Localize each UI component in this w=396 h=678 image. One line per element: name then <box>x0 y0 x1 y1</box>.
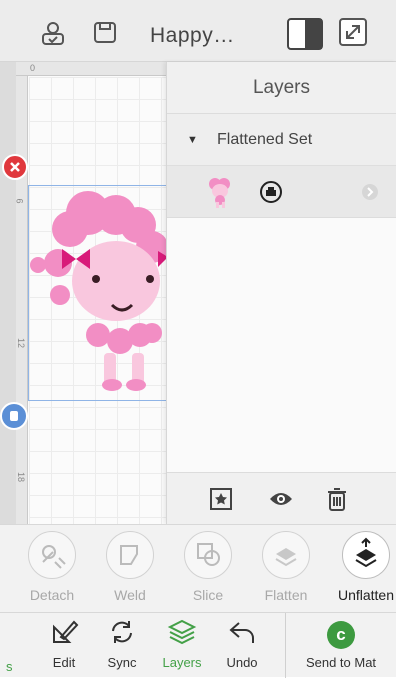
nav-edit-label: Edit <box>52 655 76 670</box>
detach-label: Detach <box>29 587 75 603</box>
flatten-icon <box>262 531 310 579</box>
ruler-mark: 6 <box>14 198 25 204</box>
chevron-right-icon[interactable] <box>361 183 379 201</box>
delete-icon[interactable] <box>323 485 351 513</box>
layer-set-row[interactable]: ▼ Flattened Set <box>167 114 396 166</box>
vertical-ruler: 6 12 18 <box>14 76 28 524</box>
selection-box[interactable] <box>28 185 166 401</box>
weld-button[interactable]: Weld <box>90 531 170 611</box>
design-canvas[interactable]: 0 6 12 18 <box>0 62 166 524</box>
layers-empty-area <box>167 218 396 472</box>
layers-icon <box>167 617 197 647</box>
nav-undo[interactable]: Undo <box>212 617 272 670</box>
weld-icon <box>106 531 154 579</box>
undo-icon <box>227 617 257 647</box>
layer-thumbnail <box>209 178 230 208</box>
flatten-button[interactable]: Flatten <box>246 531 326 611</box>
print-then-cut-icon <box>260 181 282 203</box>
slice-label: Slice <box>192 587 224 603</box>
collapse-icon[interactable]: ▼ <box>187 114 198 166</box>
send-to-mat-button[interactable]: c Send to Mat <box>285 613 396 678</box>
nav-layers-label: Layers <box>162 655 202 670</box>
nav-edit[interactable]: Edit <box>34 617 94 670</box>
layers-title: Layers <box>167 62 396 114</box>
slice-button[interactable]: Slice <box>168 531 248 611</box>
save-icon[interactable] <box>92 20 118 46</box>
project-title[interactable]: Happy… <box>150 24 235 48</box>
resize-handle[interactable] <box>0 402 28 430</box>
go-icon: c <box>327 621 355 649</box>
group-icon[interactable] <box>207 485 235 513</box>
nav-partial-label[interactable]: s <box>6 659 13 674</box>
unflatten-button[interactable]: Unflatten <box>326 531 396 611</box>
flatten-label: Flatten <box>264 587 308 603</box>
sync-icon <box>107 617 137 647</box>
ruler-mark: 0 <box>30 63 36 73</box>
account-icon[interactable] <box>40 20 66 46</box>
expand-icon[interactable] <box>338 17 368 47</box>
nav-sync[interactable]: Sync <box>92 617 152 670</box>
bottom-nav: s Edit Sync Layers Undo c Send to Mat <box>0 612 396 678</box>
ruler-mark: 12 <box>16 337 27 349</box>
visibility-icon[interactable] <box>267 485 295 513</box>
send-to-mat-label: Send to Mat <box>305 655 377 670</box>
horizontal-ruler: 0 <box>16 62 166 76</box>
layer-set-label: Flattened Set <box>217 131 313 148</box>
action-bar: Detach Weld Slice Flatten Unflatten <box>0 524 396 612</box>
unflatten-icon <box>342 531 390 579</box>
top-bar: Happy… <box>0 0 396 62</box>
layer-item[interactable] <box>167 166 396 218</box>
unflatten-label: Unflatten <box>337 587 395 603</box>
mat-toggle-icon[interactable] <box>286 17 324 51</box>
detach-button[interactable]: Detach <box>12 531 92 611</box>
canvas-edge <box>0 62 16 524</box>
layers-panel: Layers ▼ Flattened Set <box>166 62 396 524</box>
edit-icon <box>49 617 79 647</box>
layers-footer <box>167 472 396 524</box>
nav-sync-label: Sync <box>107 655 137 670</box>
detach-icon <box>28 531 76 579</box>
weld-label: Weld <box>114 587 146 603</box>
nav-layers[interactable]: Layers <box>152 617 212 670</box>
slice-icon <box>184 531 232 579</box>
ruler-mark: 18 <box>16 471 27 483</box>
nav-undo-label: Undo <box>226 655 258 670</box>
delete-handle[interactable] <box>2 154 28 180</box>
